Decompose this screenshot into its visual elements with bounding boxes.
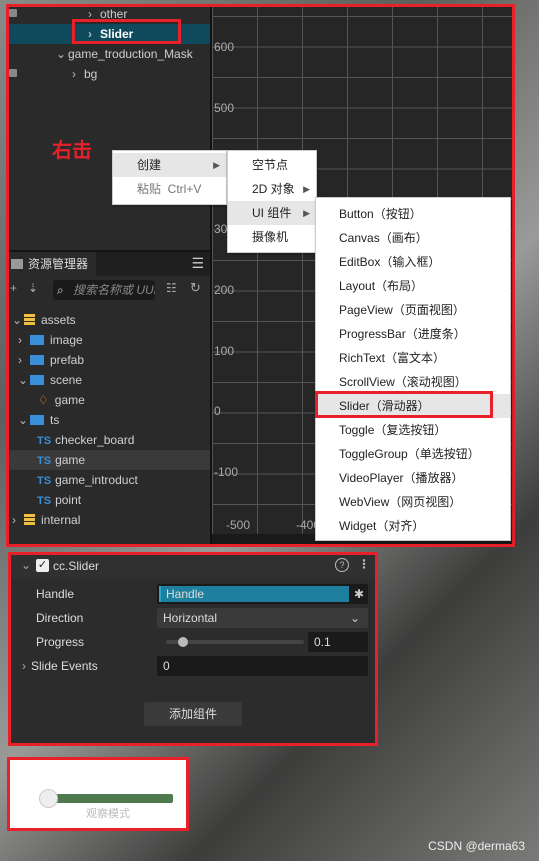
menu-label: Toggle（复选按钮）: [339, 423, 447, 437]
menu-label: EditBox（输入框）: [339, 255, 441, 269]
menu-label: 创建: [137, 158, 162, 172]
watermark: CSDN @derma63: [428, 839, 525, 853]
menu-label: RichText（富文本）: [339, 351, 446, 365]
menu-item-ui[interactable]: Toggle（复选按钮）: [316, 418, 510, 442]
ui-component-submenu: Button（按钮） Canvas（画布） EditBox（输入框） Layout（布…: [315, 197, 511, 541]
caret-right-icon: ▶: [303, 184, 310, 194]
menu-item-empty-node[interactable]: 空节点: [228, 153, 316, 177]
menu-item-create[interactable]: 创建 ▶: [113, 153, 226, 177]
menu-label: UI 组件: [252, 206, 292, 220]
menu-label: 2D 对象: [252, 182, 295, 196]
context-menu: 创建 ▶ 粘贴 Ctrl+V: [112, 150, 227, 205]
menu-item-ui[interactable]: ProgressBar（进度条）: [316, 322, 510, 346]
menu-label: 空节点: [252, 158, 289, 172]
highlight-box: [315, 391, 493, 418]
menu-item-2d-object[interactable]: 2D 对象 ▶: [228, 177, 316, 201]
menu-item-ui[interactable]: Widget（对齐）: [316, 514, 510, 538]
menu-item-ui[interactable]: Layout（布局）: [316, 274, 510, 298]
caret-right-icon: ▶: [213, 160, 220, 170]
menu-label: Button（按钮）: [339, 207, 422, 221]
menu-label: ProgressBar（进度条）: [339, 327, 466, 341]
menu-item-camera[interactable]: 摄像机: [228, 225, 316, 249]
menu-label: PageView（页面视图）: [339, 303, 465, 317]
menu-item-paste[interactable]: 粘贴 Ctrl+V: [113, 177, 226, 201]
menu-item-ui[interactable]: Canvas（画布）: [316, 226, 510, 250]
menu-label: ToggleGroup（单选按钮）: [339, 447, 480, 461]
menu-label: 摄像机: [252, 230, 289, 244]
highlight-box: [8, 552, 378, 746]
menu-label: Layout（布局）: [339, 279, 424, 293]
menu-label: ScrollView（滚动视图）: [339, 375, 467, 389]
menu-label: WebView（网页视图）: [339, 495, 462, 509]
highlight-box: [7, 757, 189, 831]
menu-label: Canvas（画布）: [339, 231, 428, 245]
menu-item-ui[interactable]: Button（按钮）: [316, 202, 510, 226]
menu-item-ui[interactable]: EditBox（输入框）: [316, 250, 510, 274]
menu-item-ui[interactable]: VideoPlayer（播放器）: [316, 466, 510, 490]
menu-item-ui-component[interactable]: UI 组件 ▶: [228, 201, 316, 225]
caret-right-icon: ▶: [303, 208, 310, 218]
menu-label: Widget（对齐）: [339, 519, 425, 533]
menu-item-ui[interactable]: RichText（富文本）: [316, 346, 510, 370]
menu-label: VideoPlayer（播放器）: [339, 471, 464, 485]
create-submenu: 空节点 2D 对象 ▶ UI 组件 ▶ 摄像机: [227, 150, 317, 253]
menu-label: 粘贴 Ctrl+V: [137, 182, 202, 196]
menu-item-ui[interactable]: ToggleGroup（单选按钮）: [316, 442, 510, 466]
menu-item-ui[interactable]: WebView（网页视图）: [316, 490, 510, 514]
menu-item-ui[interactable]: PageView（页面视图）: [316, 298, 510, 322]
